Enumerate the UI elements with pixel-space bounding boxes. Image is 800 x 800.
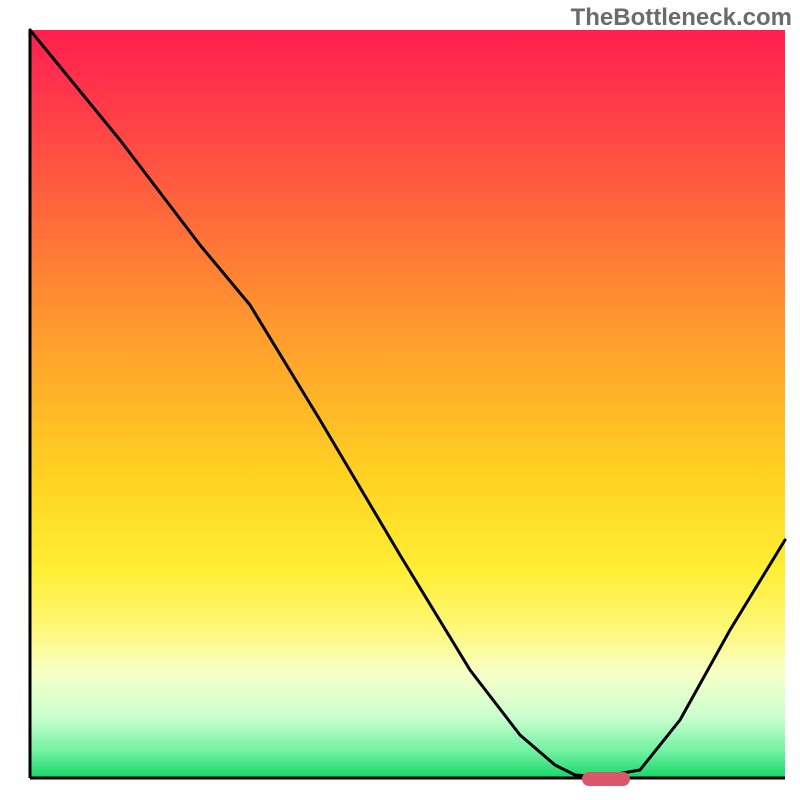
plot-background [30, 30, 785, 778]
optimum-marker [582, 772, 630, 786]
watermark-text: TheBottleneck.com [571, 4, 792, 32]
chart-svg [0, 0, 800, 800]
chart-canvas: TheBottleneck.com [0, 0, 800, 800]
